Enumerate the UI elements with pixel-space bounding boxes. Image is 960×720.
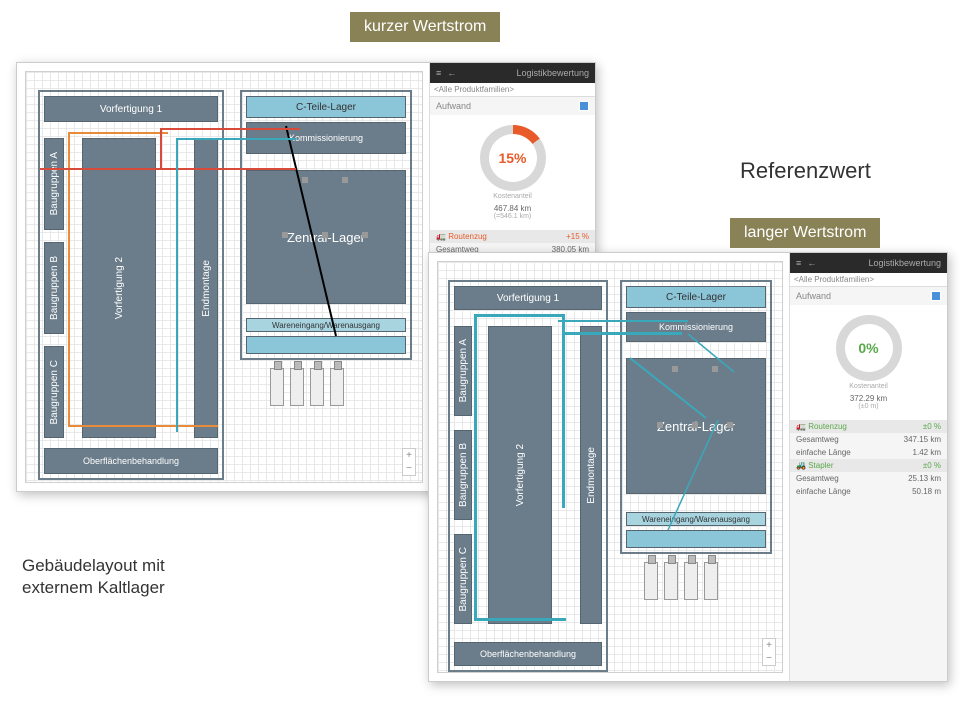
area-dock-zone: [246, 336, 406, 354]
toggle-icon[interactable]: [931, 291, 941, 301]
area-vorfertigung1[interactable]: Vorfertigung 1: [454, 286, 602, 310]
tag-short-valuestream: kurzer Wertstrom: [350, 12, 500, 42]
zoom-controls[interactable]: +−: [762, 638, 776, 666]
panel-header: ≡←Logistikbewertung: [790, 253, 947, 273]
donut-chart-2: 0% Kostenanteil 372.29 km (±0 m): [790, 305, 947, 420]
tag-long-valuestream: langer Wertstrom: [730, 218, 880, 248]
screenshot-long: Vorfertigung 1 Baugruppen A Baugruppen B…: [428, 252, 948, 682]
toggle-icon[interactable]: [579, 101, 589, 111]
zoom-controls[interactable]: +−: [402, 448, 416, 476]
area-baugruppen-b[interactable]: Baugruppen B: [44, 242, 64, 334]
area-baugruppen-a[interactable]: Baugruppen A: [44, 138, 64, 230]
area-vorfertigung2[interactable]: Vorfertigung 2: [82, 138, 156, 438]
eval-panel-2: ≡←Logistikbewertung <Alle Produktfamilie…: [789, 253, 947, 681]
area-baugruppen-b[interactable]: Baugruppen B: [454, 430, 472, 520]
row-route: 🚛 Routenzug±0 %: [790, 420, 947, 433]
section-label: Aufwand: [436, 101, 471, 111]
area-endmontage[interactable]: Endmontage: [580, 326, 602, 624]
area-baugruppen-c[interactable]: Baugruppen C: [44, 346, 64, 438]
area-oberflaeche[interactable]: Oberflächenbehandlung: [454, 642, 602, 666]
area-wareneingang[interactable]: Wareneingang/Warenausgang: [246, 318, 406, 332]
area-baugruppen-c[interactable]: Baugruppen C: [454, 534, 472, 624]
row-einfach1: einfache Länge1.42 km: [790, 446, 947, 459]
area-kommissionierung[interactable]: Kommissionierung: [626, 312, 766, 342]
area-vorfertigung2[interactable]: Vorfertigung 2: [488, 326, 552, 624]
menu-icon[interactable]: ≡: [436, 68, 441, 78]
area-dock-zone: [626, 530, 766, 548]
area-cteile[interactable]: C-Teile-Lager: [626, 286, 766, 308]
row-gesamt2: Gesamtweg25.13 km: [790, 472, 947, 485]
area-cteile[interactable]: C-Teile-Lager: [246, 96, 406, 118]
back-icon[interactable]: ←: [807, 258, 816, 268]
reference-label: Referenzwert: [740, 158, 871, 184]
panel-header: ≡←Logistikbewertung: [430, 63, 595, 83]
area-vorfertigung1[interactable]: Vorfertigung 1: [44, 96, 218, 122]
floorplan-2[interactable]: Vorfertigung 1 Baugruppen A Baugruppen B…: [437, 261, 783, 673]
building-right: C-Teile-Lager Kommissionierung Zentral-L…: [240, 90, 412, 360]
building-left: Vorfertigung 1 Baugruppen A Baugruppen B…: [38, 90, 224, 480]
menu-icon[interactable]: ≡: [796, 258, 801, 268]
section-label: Aufwand: [796, 291, 831, 301]
docks: [270, 368, 344, 406]
area-baugruppen-a[interactable]: Baugruppen A: [454, 326, 472, 416]
floorplan-1[interactable]: Vorfertigung 1 Baugruppen A Baugruppen B…: [25, 71, 423, 483]
panel-filter[interactable]: <Alle Produktfamilien>: [430, 83, 595, 97]
caption: Gebäudelayout mitexternem Kaltlager: [22, 555, 165, 599]
row-gesamt1: Gesamtweg347.15 km: [790, 433, 947, 446]
docks-2: [644, 562, 718, 600]
donut-chart-1: 15% Kostenanteil 467.84 km (=546.1 km): [430, 115, 595, 230]
row-einfach2: einfache Länge50.18 m: [790, 485, 947, 498]
area-wareneingang[interactable]: Wareneingang/Warenausgang: [626, 512, 766, 526]
panel-filter[interactable]: <Alle Produktfamilien>: [790, 273, 947, 287]
area-oberflaeche[interactable]: Oberflächenbehandlung: [44, 448, 218, 474]
row-stapler: 🚜 Stapler±0 %: [790, 459, 947, 472]
building-left-2: Vorfertigung 1 Baugruppen A Baugruppen B…: [448, 280, 608, 672]
back-icon[interactable]: ←: [447, 68, 456, 78]
area-endmontage[interactable]: Endmontage: [194, 138, 218, 438]
row-route: 🚛 Routenzug+15 %: [430, 230, 595, 243]
